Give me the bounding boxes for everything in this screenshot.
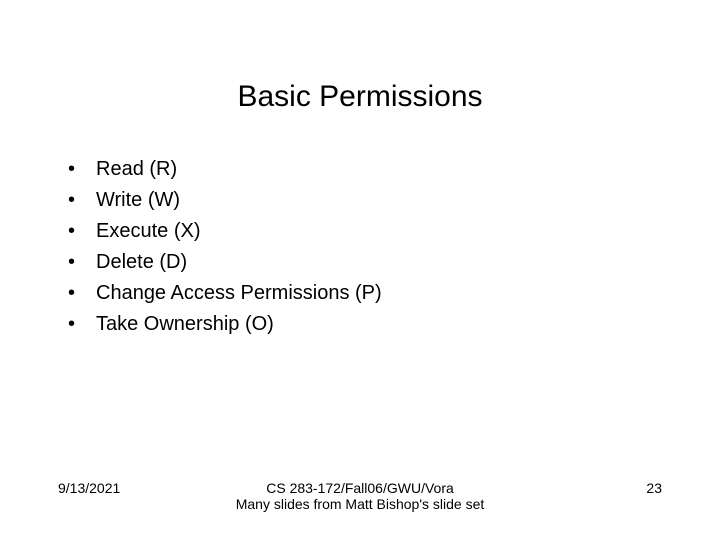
bullet-icon: • — [68, 247, 75, 278]
list-item: • Write (W) — [68, 185, 720, 216]
list-item: • Delete (D) — [68, 247, 720, 278]
list-item-text: Take Ownership (O) — [96, 313, 274, 335]
bullet-icon: • — [68, 185, 75, 216]
bullet-icon: • — [68, 154, 75, 185]
footer-center-line2: Many slides from Matt Bishop's slide set — [178, 496, 542, 512]
permission-list: • Read (R) • Write (W) • Execute (X) • D… — [0, 154, 720, 340]
slide-footer: 9/13/2021 CS 283-172/Fall06/GWU/Vora Man… — [0, 480, 720, 512]
footer-page-number: 23 — [542, 480, 662, 496]
list-item: • Take Ownership (O) — [68, 309, 720, 340]
list-item: • Read (R) — [68, 154, 720, 185]
list-item-text: Execute (X) — [96, 220, 200, 242]
slide-title: Basic Permissions — [0, 0, 720, 154]
footer-center-line1: CS 283-172/Fall06/GWU/Vora — [178, 480, 542, 496]
list-item-text: Delete (D) — [96, 251, 187, 273]
footer-course-info: CS 283-172/Fall06/GWU/Vora Many slides f… — [178, 480, 542, 512]
list-item-text: Read (R) — [96, 158, 177, 180]
list-item-text: Change Access Permissions (P) — [96, 282, 382, 304]
bullet-icon: • — [68, 278, 75, 309]
bullet-icon: • — [68, 309, 75, 340]
bullet-icon: • — [68, 216, 75, 247]
list-item: • Change Access Permissions (P) — [68, 278, 720, 309]
footer-date: 9/13/2021 — [58, 480, 178, 496]
list-item-text: Write (W) — [96, 189, 180, 211]
list-item: • Execute (X) — [68, 216, 720, 247]
